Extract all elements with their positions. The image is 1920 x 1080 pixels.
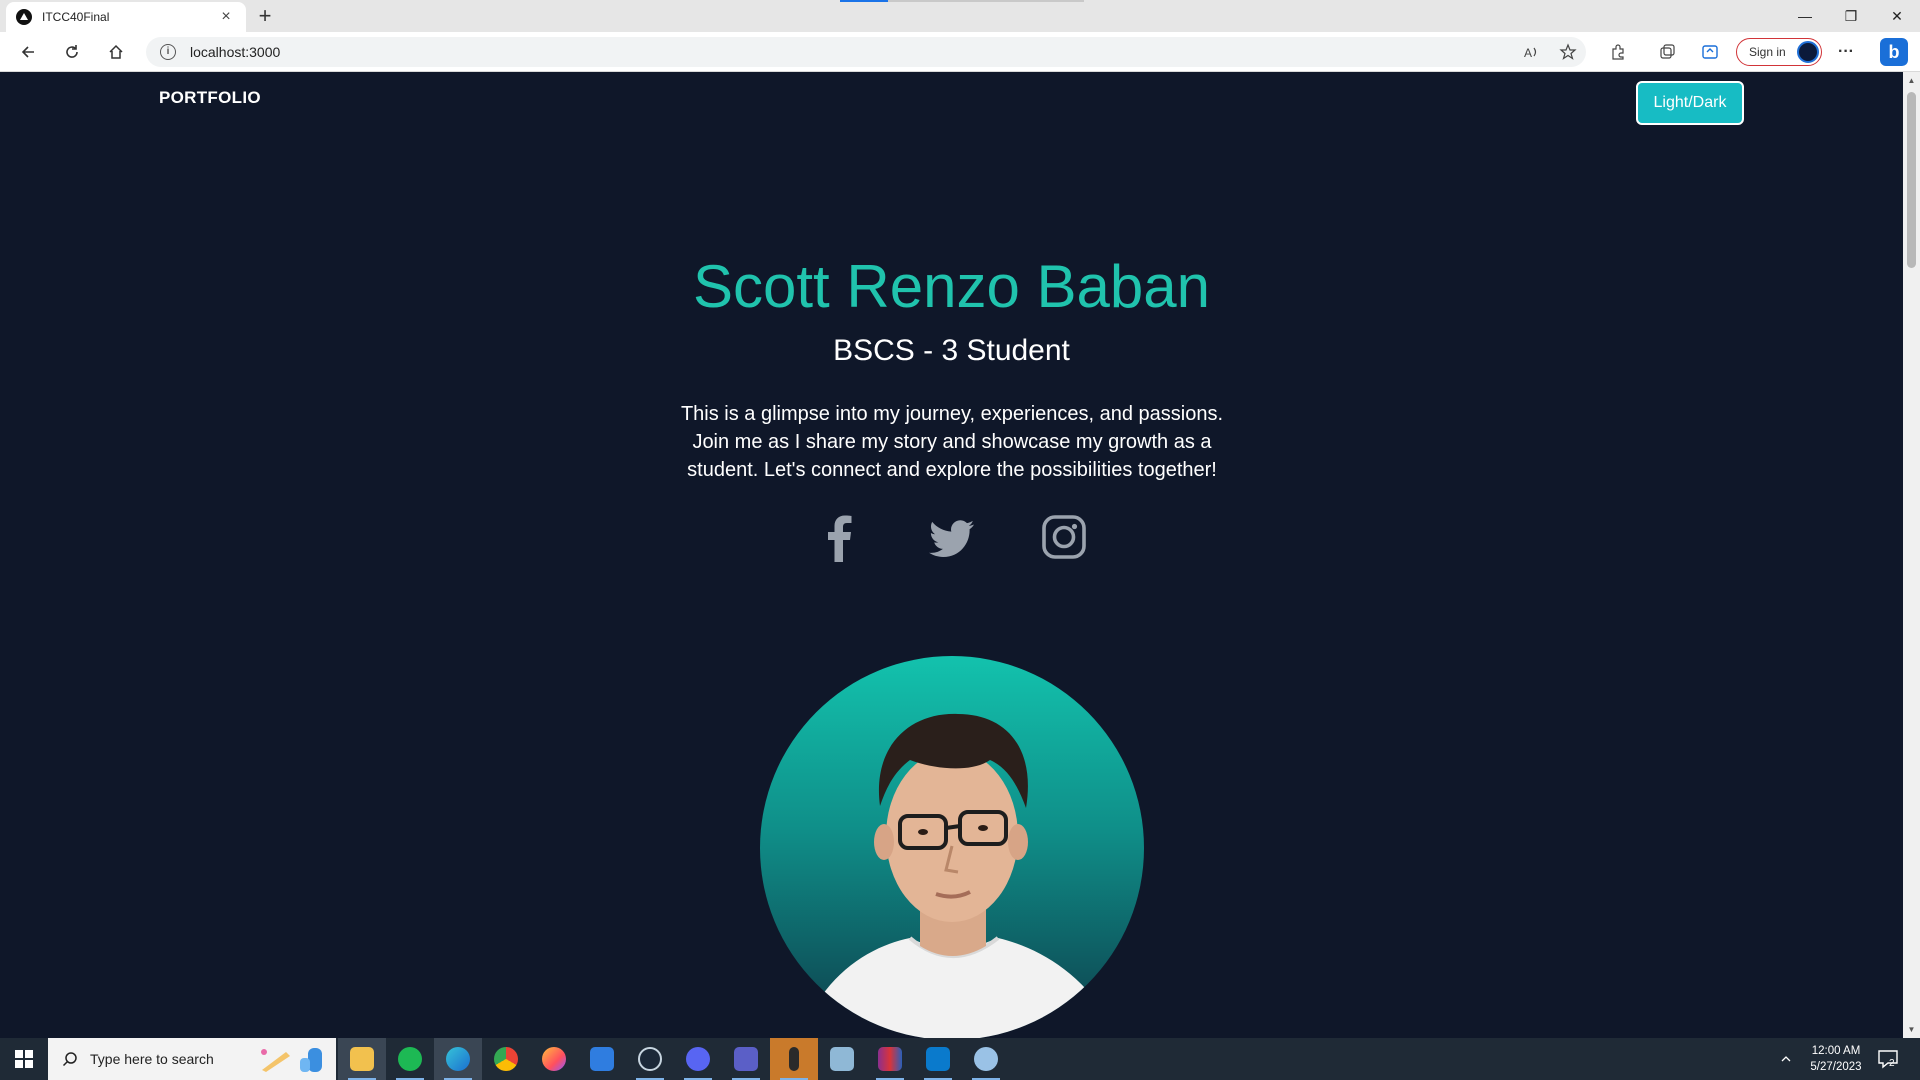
extensions-icon[interactable] (1606, 40, 1630, 64)
browser-toolbar: i localhost:3000 A Sign in ··· b (0, 32, 1920, 72)
favorite-star-icon[interactable] (1556, 40, 1580, 64)
browser-essentials-icon[interactable] (1698, 40, 1722, 64)
loading-indicator (840, 0, 888, 2)
scroll-down-icon[interactable]: ▼ (1903, 1021, 1920, 1038)
file-explorer-icon[interactable] (338, 1038, 386, 1080)
address-bar[interactable]: i localhost:3000 (146, 37, 1586, 67)
notification-center-icon[interactable]: 2 (1876, 1047, 1900, 1071)
scrollbar-thumb[interactable] (1907, 92, 1916, 268)
scroll-up-icon[interactable]: ▲ (1903, 72, 1920, 89)
page-scrollbar[interactable]: ▲ ▼ (1903, 72, 1920, 1038)
bing-copilot-icon[interactable]: b (1880, 38, 1908, 66)
profile-avatar (1797, 41, 1819, 63)
spotify-icon[interactable] (386, 1038, 434, 1080)
theme-toggle-button[interactable]: Light/Dark (1636, 81, 1744, 125)
notification-count: 2 (1889, 1058, 1895, 1069)
firefox-icon[interactable] (530, 1038, 578, 1080)
sign-in-label: Sign in (1749, 45, 1786, 59)
new-tab-button[interactable]: + (252, 4, 278, 30)
tab-title: ITCC40Final (42, 10, 110, 24)
system-clock[interactable]: 12:00 AM 5/27/2023 (1800, 1043, 1872, 1075)
winrar-icon[interactable] (866, 1038, 914, 1080)
loading-track (888, 0, 1084, 2)
teams-icon[interactable] (722, 1038, 770, 1080)
instagram-icon[interactable] (1041, 512, 1087, 562)
site-brand[interactable]: PORTFOLIO (159, 88, 261, 108)
hero-intro: This is a glimpse into my journey, exper… (680, 403, 1224, 481)
taskbar-search[interactable]: Type here to search (48, 1038, 336, 1080)
hero-name: Scott Renzo Baban (692, 253, 1210, 320)
app-icon[interactable] (578, 1038, 626, 1080)
social-links (0, 512, 1903, 562)
tab-close-icon[interactable]: × (216, 8, 236, 26)
search-highlight-icon (261, 1048, 322, 1072)
sign-in-button[interactable]: Sign in (1736, 38, 1822, 66)
close-window-button[interactable]: ✕ (1874, 0, 1920, 32)
more-menu-icon[interactable]: ··· (1834, 40, 1858, 64)
tray-chevron-icon[interactable] (1780, 1038, 1792, 1080)
collections-icon[interactable] (1655, 40, 1679, 64)
clock-time: 12:00 AM (1811, 1045, 1861, 1057)
refresh-icon[interactable] (58, 38, 86, 66)
app-icon[interactable] (962, 1038, 1010, 1080)
chrome-icon[interactable] (482, 1038, 530, 1080)
site-info-icon[interactable]: i (160, 44, 176, 60)
back-icon[interactable] (14, 38, 42, 66)
svg-text:A: A (1524, 46, 1532, 60)
read-aloud-icon[interactable]: A (1519, 40, 1543, 64)
app-icon[interactable] (770, 1038, 818, 1080)
restore-button[interactable]: ❐ (1828, 0, 1874, 32)
url-text: localhost:3000 (190, 44, 281, 60)
windows-start-icon[interactable] (0, 1038, 48, 1080)
twitter-icon[interactable] (928, 512, 975, 562)
vscode-icon[interactable] (914, 1038, 962, 1080)
windows-taskbar: Type here to search 12:00 AM 5/27/2023 2 (0, 1038, 1920, 1080)
steam-icon[interactable] (626, 1038, 674, 1080)
minimize-button[interactable]: — (1782, 0, 1828, 32)
profile-photo (760, 656, 1144, 1038)
tab-strip: ITCC40Final × + — ❐ ✕ (0, 0, 1920, 32)
clock-date: 5/27/2023 (1810, 1061, 1862, 1073)
react-favicon-icon (16, 9, 32, 25)
facebook-icon[interactable] (817, 512, 863, 562)
browser-tab[interactable]: ITCC40Final × (6, 2, 246, 32)
edge-icon[interactable] (434, 1038, 482, 1080)
search-placeholder: Type here to search (90, 1051, 214, 1067)
discord-icon[interactable] (674, 1038, 722, 1080)
app-icon[interactable] (818, 1038, 866, 1080)
page-viewport: PORTFOLIO Light/Dark Scott Renzo Baban B… (0, 72, 1903, 1038)
search-icon (62, 1052, 77, 1067)
hero-role: BSCS - 3 Student (833, 334, 1070, 367)
home-icon[interactable] (102, 38, 130, 66)
